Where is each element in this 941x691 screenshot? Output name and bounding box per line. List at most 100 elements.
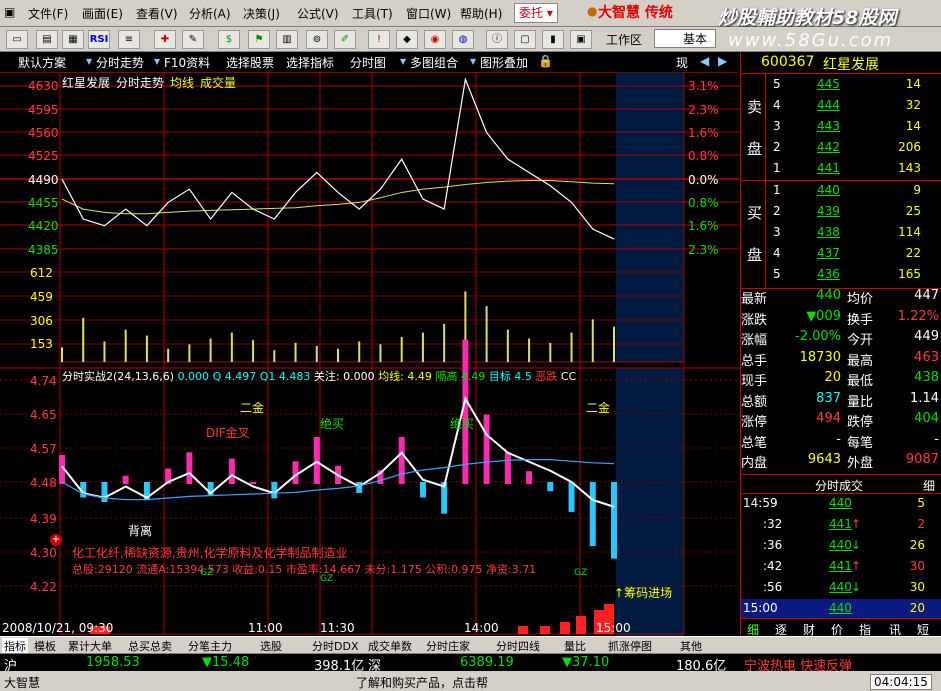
books-icon[interactable]: ▮ <box>542 30 564 49</box>
btab-main-force[interactable]: 分笔主力 <box>188 638 232 654</box>
tab-dropdown-2[interactable]: ▾ <box>154 54 160 68</box>
tab-intraday[interactable]: 分时走势 <box>96 54 144 71</box>
btab-volume-ratio[interactable]: 量比 <box>564 638 586 654</box>
order-price[interactable]: 444 <box>817 98 840 112</box>
alert-icon[interactable]: ! <box>368 30 390 49</box>
indicator-bar <box>186 452 193 484</box>
list-icon[interactable]: ≡ <box>118 30 140 49</box>
annot-dif: DIF金叉 <box>206 426 250 440</box>
menu-help[interactable]: 帮助(H) <box>460 5 502 22</box>
record-icon[interactable]: ◉ <box>424 30 446 49</box>
tab-overlay[interactable]: 图形叠加 <box>480 54 528 71</box>
quote-value: -2.00% <box>795 329 841 344</box>
quote-label: 跌停 <box>847 415 874 430</box>
quote-label: 涨跌 <box>741 312 768 328</box>
ruler-icon[interactable]: ✎ <box>182 30 204 49</box>
indicator-bar <box>547 482 554 492</box>
lock-icon[interactable]: 🔒 <box>538 54 553 68</box>
btab-other[interactable]: 其他 <box>680 638 702 654</box>
grid-icon[interactable]: ▦ <box>62 30 84 49</box>
order-price[interactable]: 443 <box>817 119 840 133</box>
tab-current[interactable]: 现 <box>676 54 688 71</box>
tick-volume: 26 <box>909 538 925 552</box>
tick-time: :32 <box>763 517 783 531</box>
menu-file[interactable]: 文件(F) <box>28 5 68 22</box>
tab-f10[interactable]: F10资料 <box>164 54 210 71</box>
binoculars-icon[interactable]: ⊚ <box>306 30 328 49</box>
tab-dropdown-3[interactable]: ▾ <box>400 54 406 68</box>
workarea-label[interactable]: 工作区 <box>606 31 642 48</box>
status-time: 04:04:15 <box>870 674 932 690</box>
btab-select[interactable]: 选股 <box>260 638 282 654</box>
app-icon[interactable]: ▣ <box>4 5 15 19</box>
quote-value: 440 <box>816 288 841 303</box>
btab-buy-sell[interactable]: 总买总卖 <box>128 638 172 654</box>
tab-intraday-chart[interactable]: 分时图 <box>350 54 386 71</box>
order-price[interactable]: 441 <box>817 161 840 175</box>
btab-limit-up[interactable]: 抓涨停图 <box>608 638 652 654</box>
order-price[interactable]: 442 <box>817 140 840 154</box>
move-icon[interactable]: ✚ <box>154 30 176 49</box>
dollar-icon[interactable]: $ <box>218 30 240 49</box>
order-price[interactable]: 437 <box>817 246 840 260</box>
menu-decision[interactable]: 决策(J) <box>243 5 280 22</box>
ticks-detail[interactable]: 细 <box>923 477 935 494</box>
menu-view[interactable]: 查看(V) <box>136 5 178 22</box>
order-price[interactable]: 436 <box>817 267 840 281</box>
tick-volume: 30 <box>909 580 925 594</box>
tab-select-indicator[interactable]: 选择指标 <box>286 54 334 71</box>
intraday-chart[interactable]: 红星发展 分时走势 均线 成交量 4630 4595 4560 4525 449… <box>0 72 740 638</box>
tab-default[interactable]: 默认方案 <box>18 54 66 71</box>
menu-window[interactable]: 窗口(W) <box>406 5 451 22</box>
order-price[interactable]: 439 <box>817 204 840 218</box>
tab-dropdown-4[interactable]: ▾ <box>470 54 476 68</box>
ind-tick: 4.30 <box>30 546 57 560</box>
attn-label: 关注: <box>313 370 340 383</box>
basic-select[interactable]: 基本 <box>654 29 716 48</box>
window-icon[interactable]: ▢ <box>514 30 536 49</box>
rsi-icon[interactable]: RSI <box>88 30 110 49</box>
menu-view-screen[interactable]: 画面(E) <box>82 5 123 22</box>
order-price[interactable]: 438 <box>817 225 840 239</box>
volume-bars <box>61 291 615 362</box>
pct-tick: 2.3% <box>688 103 719 117</box>
avg-price-line <box>61 179 615 215</box>
btab-template[interactable]: 模板 <box>34 638 56 654</box>
menu-analysis[interactable]: 分析(A) <box>189 5 231 22</box>
btab-four-lines[interactable]: 分时四线 <box>496 638 540 654</box>
price-tick: 4525 <box>28 149 59 163</box>
order-price[interactable]: 440 <box>817 183 840 197</box>
btab-dealer[interactable]: 分时庄家 <box>426 638 470 654</box>
btab-deals[interactable]: 成交单数 <box>368 638 412 654</box>
quote-value: 438 <box>914 370 939 385</box>
flag-icon[interactable]: ⚑ <box>248 30 270 49</box>
monitor-icon[interactable]: ▣ <box>570 30 592 49</box>
indicator-bar <box>292 461 299 484</box>
btab-big-orders[interactable]: 累计大单 <box>68 638 112 654</box>
info-icon[interactable]: ⓘ <box>486 30 508 49</box>
btab-indicator[interactable]: 指标 <box>2 638 28 654</box>
scroll-right-icon[interactable]: ▶ <box>718 54 727 68</box>
diamond-icon[interactable]: ◆ <box>396 30 418 49</box>
order-level: 3 <box>773 225 781 239</box>
quote-label: 涨幅 <box>741 333 768 348</box>
entrust-button[interactable]: 委托 ▾ <box>514 3 558 23</box>
pen-icon[interactable]: ✐ <box>334 30 356 49</box>
tick-time: :42 <box>763 559 783 573</box>
status-message[interactable]: 了解和购买产品，点击帮 <box>356 674 488 691</box>
menu-formula[interactable]: 公式(V) <box>297 5 339 22</box>
tab-multi-chart[interactable]: 多图组合 <box>410 54 458 71</box>
tick-price: 440 <box>829 601 852 615</box>
kline-icon[interactable]: ▤ <box>36 30 58 49</box>
tab-select-stock[interactable]: 选择股票 <box>226 54 274 71</box>
open-icon[interactable]: ▭ <box>6 30 28 49</box>
scroll-left-icon[interactable]: ◀ <box>700 54 709 68</box>
disk-icon[interactable]: ◍ <box>452 30 474 49</box>
chart-icon[interactable]: ▥ <box>276 30 298 49</box>
menu-tools[interactable]: 工具(T) <box>352 5 393 22</box>
plus-icon[interactable]: + <box>50 534 62 546</box>
tab-dropdown-1[interactable]: ▾ <box>86 54 92 68</box>
order-price[interactable]: 445 <box>817 77 840 91</box>
chip-bar <box>560 622 570 634</box>
btab-ddx[interactable]: 分时DDX <box>312 638 358 654</box>
